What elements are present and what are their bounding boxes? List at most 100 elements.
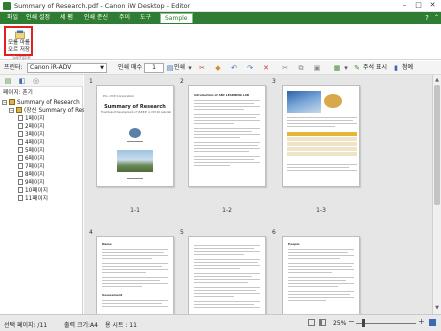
zoom-slider[interactable] (356, 323, 416, 324)
page-icon[interactable]: ▤ (4, 77, 12, 85)
tree-root[interactable]: − Summary of Research (2, 99, 80, 107)
show-comments-button[interactable]: 주석 표시 (363, 64, 387, 72)
page-thumbnail-1[interactable]: Pro. XYZ Corporation Summary of Research… (96, 85, 174, 187)
menu-tools[interactable]: 도구 (136, 13, 155, 23)
window-title: Summary of Research.pdf - Canon iW Deskt… (14, 2, 191, 10)
page-thumbnail-4[interactable]: Name Assessment (96, 236, 174, 316)
tree-page[interactable]: 4페이지 (18, 139, 44, 147)
page-thumbnail-2[interactable]: Introduction of ABC LEARNING LAB (188, 85, 266, 187)
scroll-down-icon[interactable]: ▼ (434, 305, 440, 311)
pane-header: 페이지: 혼기 (3, 90, 33, 96)
attach-icon[interactable]: ▮ (392, 64, 400, 72)
zoom-slider-thumb[interactable] (362, 319, 365, 327)
fit-width-icon[interactable] (319, 319, 326, 326)
stamp-icon[interactable]: ◆ (214, 64, 222, 72)
scroll-up-icon[interactable]: ▲ (434, 77, 440, 83)
menu-sample[interactable]: Sample (160, 13, 193, 23)
tree-page[interactable]: 8페이지 (18, 171, 44, 179)
sheet-count-status: 용 시트 : 11 (105, 322, 137, 329)
tree-page[interactable]: 3페이지 (18, 131, 44, 139)
menu-print-settings[interactable]: 인쇄 설정 (22, 13, 54, 23)
page-number: 6 (272, 229, 276, 236)
page-icon (18, 187, 23, 193)
tree-chapter[interactable]: − (장신 Summary of Resea (9, 107, 92, 115)
tree-page[interactable]: 10페이지 (18, 187, 48, 195)
cut-icon[interactable]: ✂ (281, 64, 289, 72)
collapse-icon[interactable]: − (9, 108, 14, 113)
tree-page[interactable]: 6페이지 (18, 155, 44, 163)
data-table (287, 132, 357, 158)
page-icon (18, 171, 23, 177)
comment-icon[interactable]: ✎ (353, 64, 361, 72)
page-thumbnail-5[interactable] (188, 236, 266, 316)
attach-button[interactable]: 첨예 (402, 64, 413, 72)
pane-toolbar: ▤ ◧ ◎ (0, 75, 83, 87)
minimize-button[interactable]: – (398, 0, 411, 11)
copies-label: 인쇄 매수 (118, 64, 142, 71)
page-number: 2 (180, 78, 184, 85)
ribbon-collapse-icon[interactable]: ⌃ (433, 14, 440, 22)
doc-title: Summary of Research (104, 104, 166, 110)
page-label: 1-3 (316, 207, 326, 214)
close-button[interactable]: ✕ (426, 0, 439, 11)
tree-page[interactable]: 11페이지 (18, 195, 48, 203)
page-icon (18, 115, 23, 121)
link-icon[interactable]: ◎ (32, 77, 40, 85)
page-number: 1 (89, 78, 93, 85)
page-icon (18, 139, 23, 145)
menu-annotation[interactable]: 주이 (115, 13, 134, 23)
page-tree-pane: ▤ ◧ ◎ 페이지: 혼기 − Summary of Research − (장신 … (0, 75, 92, 314)
zoom-out-icon[interactable]: − (348, 317, 355, 326)
tree-page[interactable]: 7페이지 (18, 163, 44, 171)
tree-page[interactable]: 2페이지 (18, 123, 44, 131)
print-button[interactable]: 인쇄 (174, 64, 185, 72)
menu-edit[interactable]: 세 팸 (56, 13, 77, 23)
tree-page[interactable]: 1페이지 (18, 115, 44, 123)
scissors-icon[interactable]: ✂ (198, 64, 206, 72)
page-photo (287, 91, 321, 113)
tree-page[interactable]: 9페이지 (18, 179, 44, 187)
page-thumbnail-3[interactable] (282, 85, 360, 187)
menu-bar: 파일 인쇄 설정 세 팸 인쇄 준신 주이 도구 Sample ? ⌃ (0, 12, 441, 24)
menu-file[interactable]: 파일 (3, 13, 22, 23)
binder-icon (9, 99, 15, 105)
printer-select[interactable]: Canon iR-ADV ▼ (27, 63, 107, 73)
save-sample-button[interactable]: 모를 마를 오르 저장 (4, 26, 33, 56)
bookmark-icon[interactable]: ◧ (18, 77, 26, 85)
maximize-button[interactable]: □ (412, 0, 425, 11)
vertical-scrollbar[interactable]: ▲ ▼ (432, 75, 441, 314)
scrollbar-thumb[interactable] (434, 85, 440, 205)
page-icon (18, 147, 23, 153)
chevron-down-icon[interactable]: ▾ (342, 64, 350, 72)
view-mode-icon[interactable] (429, 319, 436, 326)
logo-emblem (129, 128, 141, 138)
fit-page-icon[interactable] (308, 319, 315, 326)
tree-page[interactable]: 5페이지 (18, 147, 44, 155)
view-icon[interactable]: ▦ (333, 64, 341, 72)
copy-icon[interactable]: ⧉ (297, 64, 305, 72)
undo-icon[interactable]: ↶ (230, 64, 238, 72)
page-number: 3 (272, 78, 276, 85)
app-icon (3, 2, 11, 10)
cover-photo (117, 150, 153, 172)
print-toolbar: 프린터: Canon iR-ADV ▼ 인쇄 매수 1 ▤ 인쇄 ▾ ✂ ◆ ↶… (0, 61, 441, 75)
page-illustration (324, 94, 342, 108)
zoom-in-icon[interactable]: + (418, 317, 425, 326)
doc-heading: Name (102, 242, 112, 246)
help-icon[interactable]: ? (423, 14, 431, 22)
menu-print-prep[interactable]: 인쇄 준신 (80, 13, 112, 23)
delete-icon[interactable]: ✕ (262, 64, 270, 72)
redo-icon[interactable]: ↷ (246, 64, 254, 72)
copies-stepper[interactable]: 1 (144, 63, 164, 73)
chevron-down-icon[interactable]: ▾ (186, 64, 194, 72)
page-icon (18, 195, 23, 201)
paste-icon[interactable]: ▣ (313, 64, 321, 72)
doc-heading: Assessment (102, 293, 123, 297)
save-sample-label: 모를 마를 오르 저장 (8, 40, 30, 53)
save-icon (15, 30, 25, 39)
page-icon (18, 123, 23, 129)
doc-heading: Introduction of ABC LEARNING LAB (194, 93, 250, 97)
print-icon[interactable]: ▤ (166, 64, 174, 72)
page-thumbnail-6[interactable]: People (282, 236, 360, 316)
collapse-icon[interactable]: − (2, 100, 7, 105)
